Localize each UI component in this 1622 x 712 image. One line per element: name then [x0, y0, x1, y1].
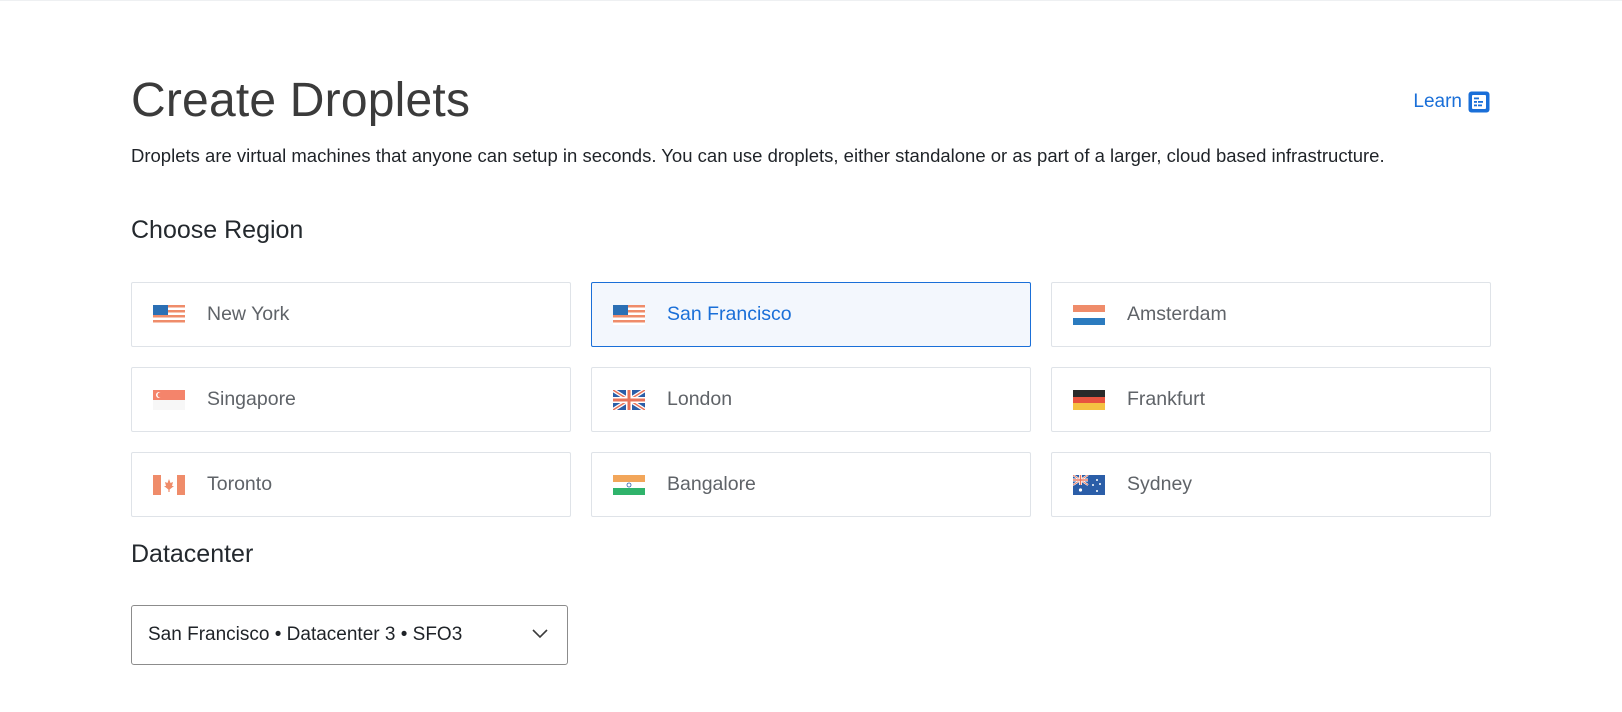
datacenter-select[interactable]: San Francisco • Datacenter 3 • SFO3 — [131, 605, 568, 665]
datacenter-selected-value: San Francisco • Datacenter 3 • SFO3 — [148, 624, 463, 645]
region-grid: New York San Francisco Amsterdam Singapo… — [131, 282, 1492, 517]
learn-link[interactable]: Learn — [1413, 90, 1491, 114]
germany-flag-icon — [1073, 389, 1105, 410]
region-option-san-francisco[interactable]: San Francisco — [591, 282, 1031, 347]
region-label: Singapore — [207, 388, 296, 410]
region-label: New York — [207, 303, 290, 325]
uk-flag-icon — [613, 389, 645, 410]
create-droplets-page: Create Droplets Learn Droplets are virtu… — [131, 0, 1491, 712]
region-option-amsterdam[interactable]: Amsterdam — [1051, 282, 1491, 347]
region-option-new-york[interactable]: New York — [131, 282, 571, 347]
netherlands-flag-icon — [1073, 304, 1105, 325]
choose-region-heading: Choose Region — [131, 216, 304, 244]
page-title: Create Droplets — [131, 74, 471, 127]
region-label: Bangalore — [667, 473, 756, 495]
region-option-sydney[interactable]: Sydney — [1051, 452, 1491, 517]
document-icon — [1468, 91, 1490, 113]
us-flag-icon — [153, 304, 185, 325]
region-label: Toronto — [207, 473, 273, 495]
region-label: London — [667, 388, 733, 410]
canada-flag-icon — [153, 474, 185, 495]
australia-flag-icon — [1073, 474, 1105, 495]
region-option-london[interactable]: London — [591, 367, 1031, 432]
region-label: Frankfurt — [1127, 388, 1206, 410]
page-description: Droplets are virtual machines that anyon… — [131, 145, 1385, 166]
chevron-down-icon — [532, 629, 548, 639]
datacenter-heading: Datacenter — [131, 540, 254, 568]
region-label: Amsterdam — [1127, 303, 1227, 325]
region-label: Sydney — [1127, 473, 1193, 495]
us-flag-icon — [613, 304, 645, 325]
singapore-flag-icon — [153, 389, 185, 410]
region-option-bangalore[interactable]: Bangalore — [591, 452, 1031, 517]
region-label: San Francisco — [667, 303, 792, 325]
region-option-singapore[interactable]: Singapore — [131, 367, 571, 432]
india-flag-icon — [613, 474, 645, 495]
learn-label: Learn — [1413, 91, 1462, 112]
region-option-frankfurt[interactable]: Frankfurt — [1051, 367, 1491, 432]
region-option-toronto[interactable]: Toronto — [131, 452, 571, 517]
